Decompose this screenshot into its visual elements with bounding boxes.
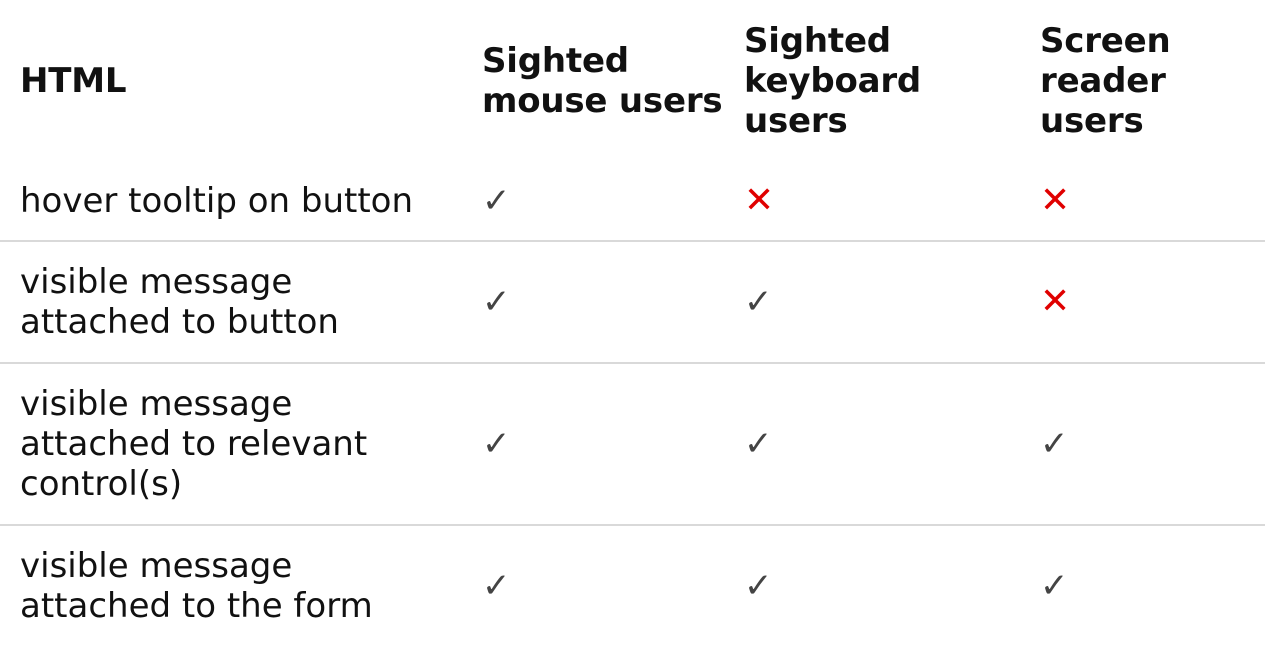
table-row: visible message attached to the form ✓ ✓… xyxy=(0,525,1265,646)
row-label-line2: attached to button xyxy=(20,302,339,342)
table-body: hover tooltip on button ✓ ✕ ✕ visible me… xyxy=(0,162,1265,646)
cross-icon: ✕ xyxy=(1040,281,1071,322)
row-label-line1: visible message xyxy=(20,384,293,424)
cell-screen-reader: ✕ xyxy=(1020,162,1265,242)
check-icon: ✓ xyxy=(744,566,773,606)
cross-icon: ✕ xyxy=(744,180,775,221)
header-screen-reader-users: Screen reader users xyxy=(1020,0,1265,162)
cell-keyboard: ✕ xyxy=(724,162,1020,242)
row-label: hover tooltip on button xyxy=(0,162,462,242)
table-header: HTML Sighted mouse users Sighted keyboar… xyxy=(0,0,1265,162)
cell-screen-reader: ✓ xyxy=(1020,363,1265,526)
table-row: hover tooltip on button ✓ ✕ ✕ xyxy=(0,162,1265,242)
header-sr-line3: users xyxy=(1040,101,1144,141)
header-sighted-keyboard-users: Sighted keyboard users xyxy=(724,0,1020,162)
accessibility-comparison-table: HTML Sighted mouse users Sighted keyboar… xyxy=(0,0,1265,646)
row-label-line2: attached to the form xyxy=(20,586,373,626)
cell-mouse: ✓ xyxy=(462,363,724,526)
cross-icon: ✕ xyxy=(1040,180,1071,221)
row-label-line1: visible message xyxy=(20,262,293,302)
header-html: HTML xyxy=(0,0,462,162)
check-icon: ✓ xyxy=(1040,424,1069,464)
table-row: visible message attached to relevant con… xyxy=(0,363,1265,526)
cell-mouse: ✓ xyxy=(462,162,724,242)
header-row: HTML Sighted mouse users Sighted keyboar… xyxy=(0,0,1265,162)
check-icon: ✓ xyxy=(482,181,511,221)
header-sr-line2: reader xyxy=(1040,61,1166,101)
row-label: visible message attached to the form xyxy=(0,525,462,646)
header-mouse-line1: Sighted xyxy=(482,41,629,81)
cell-keyboard: ✓ xyxy=(724,363,1020,526)
header-sighted-mouse-users: Sighted mouse users xyxy=(462,0,724,162)
row-label: visible message attached to relevant con… xyxy=(0,363,462,526)
row-label-line1: hover tooltip on button xyxy=(20,181,414,221)
cell-mouse: ✓ xyxy=(462,241,724,364)
check-icon: ✓ xyxy=(744,282,773,322)
row-label-line3: control(s) xyxy=(20,464,183,504)
row-label-line2: attached to relevant xyxy=(20,424,368,464)
header-html-label: HTML xyxy=(20,61,127,101)
header-keyboard-line3: users xyxy=(744,101,848,141)
comparison-table-container: HTML Sighted mouse users Sighted keyboar… xyxy=(0,0,1265,670)
row-label-line1: visible message xyxy=(20,546,293,586)
cell-keyboard: ✓ xyxy=(724,241,1020,364)
header-sr-line1: Screen xyxy=(1040,21,1171,61)
check-icon: ✓ xyxy=(482,566,511,606)
check-icon: ✓ xyxy=(744,424,773,464)
check-icon: ✓ xyxy=(1040,566,1069,606)
table-row: visible message attached to button ✓ ✓ ✕ xyxy=(0,241,1265,364)
cell-screen-reader: ✓ xyxy=(1020,525,1265,646)
cell-screen-reader: ✕ xyxy=(1020,241,1265,364)
check-icon: ✓ xyxy=(482,424,511,464)
header-mouse-line2: mouse users xyxy=(482,81,723,121)
header-keyboard-line1: Sighted xyxy=(744,21,891,61)
header-keyboard-line2: keyboard xyxy=(744,61,922,101)
check-icon: ✓ xyxy=(482,282,511,322)
cell-keyboard: ✓ xyxy=(724,525,1020,646)
row-label: visible message attached to button xyxy=(0,241,462,364)
cell-mouse: ✓ xyxy=(462,525,724,646)
